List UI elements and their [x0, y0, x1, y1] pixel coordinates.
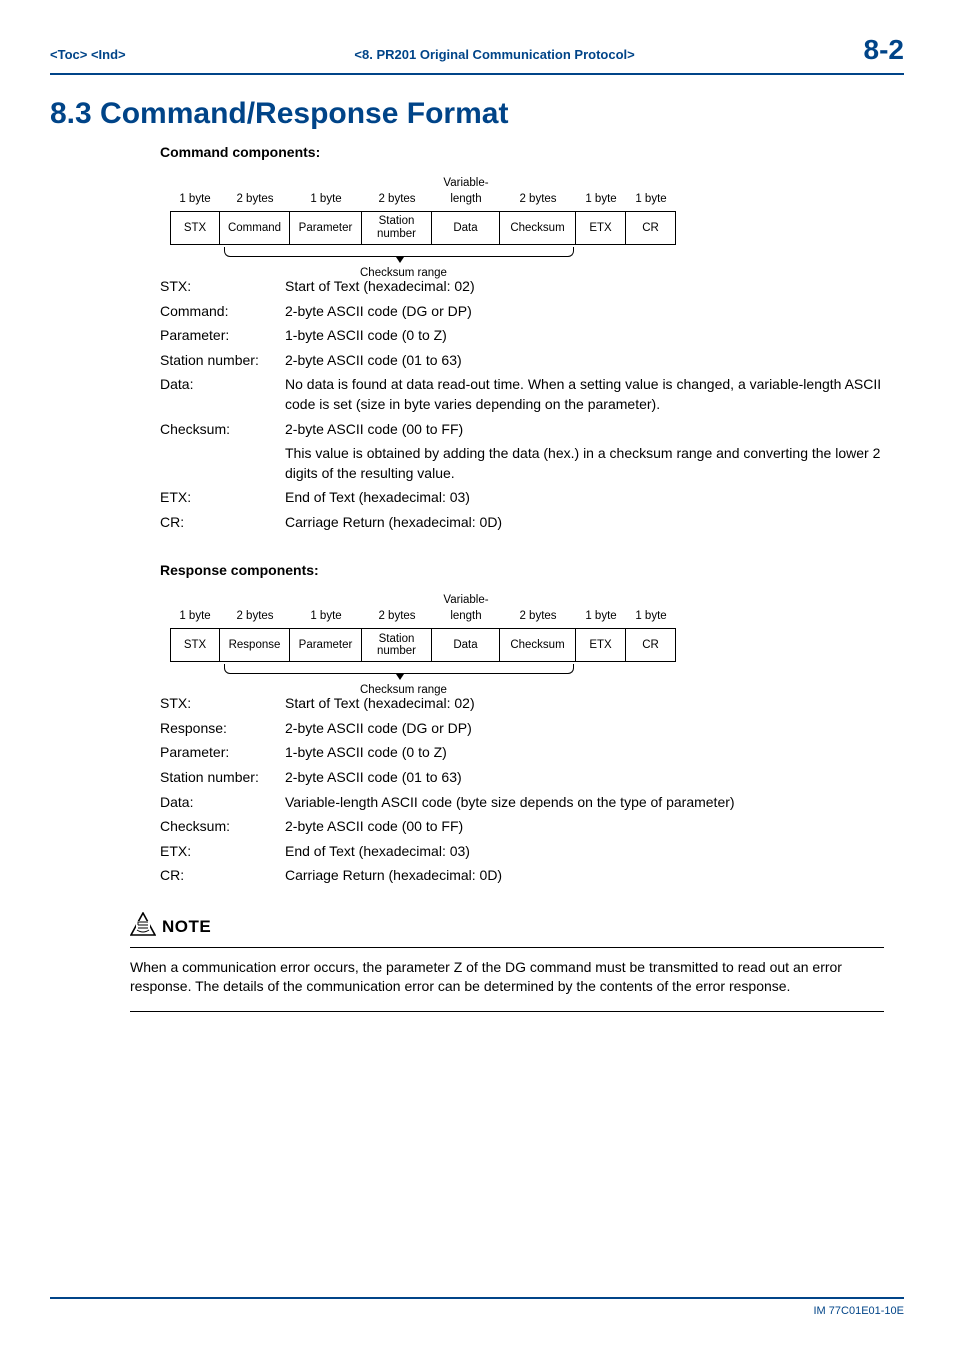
size-label: 1 byte [576, 175, 626, 209]
checksum-range-bracket: Checksum range [170, 245, 894, 273]
size-label: 1 byte [576, 592, 626, 626]
frame-cell-data: Data [432, 211, 500, 245]
def-term: Checksum: [160, 420, 285, 440]
frame-cell-data: Data [432, 628, 500, 662]
command-components-title: Command components: [160, 143, 894, 163]
size-label: 2 bytes [220, 592, 290, 626]
response-components-title: Response components: [160, 561, 894, 581]
def-term: Command: [160, 302, 285, 322]
def-desc: 2-byte ASCII code (DG or DP) [285, 719, 894, 739]
header-chapter: <8. PR201 Original Communication Protoco… [354, 46, 634, 64]
frame-cell-command: Command [220, 211, 290, 245]
page-header: <Toc> <Ind> <8. PR201 Original Communica… [50, 30, 904, 75]
warning-icon [130, 912, 156, 942]
def-desc: 2-byte ASCII code (01 to 63) [285, 768, 894, 788]
def-desc: Variable-length ASCII code (byte size de… [285, 793, 894, 813]
frame-cell-cr: CR [626, 211, 676, 245]
size-label: 1 byte [290, 175, 362, 209]
frame-cell-etx: ETX [576, 211, 626, 245]
frame-cell-parameter: Parameter [290, 211, 362, 245]
note-block: NOTE When a communication error occurs, … [130, 912, 884, 1012]
frame-cell-etx: ETX [576, 628, 626, 662]
bracket-label: Checksum range [360, 265, 447, 281]
size-label: 1 byte [170, 175, 220, 209]
def-desc: 2-byte ASCII code (00 to FF) [285, 420, 894, 440]
frame-cell-station: Station number [362, 628, 432, 662]
def-term: Data: [160, 793, 285, 813]
frame-cell-response: Response [220, 628, 290, 662]
def-desc: 1-byte ASCII code (0 to Z) [285, 326, 894, 346]
def-term: Station number: [160, 351, 285, 371]
frame-cell-parameter: Parameter [290, 628, 362, 662]
def-term: STX: [160, 694, 285, 714]
size-label: Variable- length [432, 592, 500, 626]
header-toc-ind: <Toc> <Ind> [50, 46, 126, 64]
note-bottom-rule [130, 1011, 884, 1012]
def-desc: Carriage Return (hexadecimal: 0D) [285, 866, 894, 886]
def-term: ETX: [160, 842, 285, 862]
frame-cell-station: Station number [362, 211, 432, 245]
page-number: 8-2 [864, 30, 904, 69]
section-heading: 8.3 Command/Response Format [50, 93, 904, 135]
size-label: 2 bytes [500, 175, 576, 209]
frame-cell-checksum: Checksum [500, 211, 576, 245]
def-term: Station number: [160, 768, 285, 788]
size-label: 1 byte [626, 592, 676, 626]
frame-cell-checksum: Checksum [500, 628, 576, 662]
size-label: 1 byte [170, 592, 220, 626]
note-title: NOTE [162, 915, 211, 939]
def-term: STX: [160, 277, 285, 297]
def-desc: 2-byte ASCII code (00 to FF) [285, 817, 894, 837]
def-term: CR: [160, 866, 285, 886]
size-label: Variable- length [432, 175, 500, 209]
def-desc: 2-byte ASCII code (DG or DP) [285, 302, 894, 322]
response-definitions: STX:Start of Text (hexadecimal: 02) Resp… [160, 694, 894, 886]
command-size-row: 1 byte 2 bytes 1 byte 2 bytes Variable- … [170, 175, 894, 209]
response-frame-row: STX Response Parameter Station number Da… [170, 628, 894, 662]
frame-cell-cr: CR [626, 628, 676, 662]
def-term: Data: [160, 375, 285, 414]
def-term: ETX: [160, 488, 285, 508]
def-desc: End of Text (hexadecimal: 03) [285, 842, 894, 862]
command-frame-row: STX Command Parameter Station number Dat… [170, 211, 894, 245]
def-term: Checksum: [160, 817, 285, 837]
note-body: When a communication error occurs, the p… [130, 958, 884, 997]
def-desc: 1-byte ASCII code (0 to Z) [285, 743, 894, 763]
checksum-range-bracket: Checksum range [170, 662, 894, 690]
def-desc: No data is found at data read-out time. … [285, 375, 894, 414]
def-desc: End of Text (hexadecimal: 03) [285, 488, 894, 508]
def-desc: This value is obtained by adding the dat… [285, 444, 894, 483]
bracket-label: Checksum range [360, 682, 447, 698]
frame-cell-stx: STX [170, 628, 220, 662]
def-term [160, 444, 285, 483]
size-label: 1 byte [626, 175, 676, 209]
size-label: 2 bytes [362, 175, 432, 209]
def-term: Response: [160, 719, 285, 739]
footer-doc-id: IM 77C01E01-10E [814, 1304, 905, 1319]
def-term: Parameter: [160, 743, 285, 763]
size-label: 2 bytes [220, 175, 290, 209]
footer-rule [50, 1297, 904, 1299]
def-term: Parameter: [160, 326, 285, 346]
def-desc: Carriage Return (hexadecimal: 0D) [285, 513, 894, 533]
def-desc: 2-byte ASCII code (01 to 63) [285, 351, 894, 371]
def-term: CR: [160, 513, 285, 533]
size-label: 2 bytes [362, 592, 432, 626]
size-label: 2 bytes [500, 592, 576, 626]
size-label: 1 byte [290, 592, 362, 626]
command-definitions: STX:Start of Text (hexadecimal: 02) Comm… [160, 277, 894, 533]
response-size-row: 1 byte 2 bytes 1 byte 2 bytes Variable- … [170, 592, 894, 626]
frame-cell-stx: STX [170, 211, 220, 245]
